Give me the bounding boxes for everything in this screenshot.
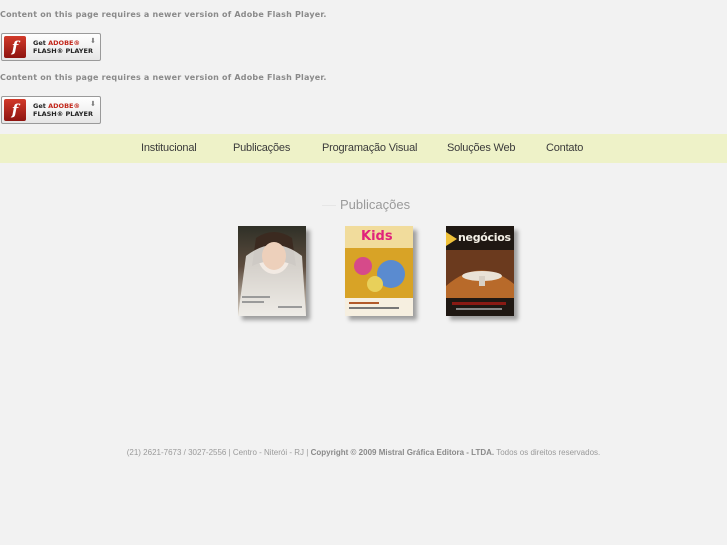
nav-item-institucional[interactable]: Institucional xyxy=(141,142,197,154)
title-divider xyxy=(322,205,336,206)
publication-cover-negocios[interactable]: negócios xyxy=(446,226,514,316)
get-flash-player-button[interactable]: f Get ADOBE® FLASH® PLAYER ⬇ xyxy=(1,96,101,124)
flash-badge-get: Get xyxy=(33,102,46,110)
footer-rights: Todos os direitos reservados. xyxy=(496,448,601,457)
nav-item-publicacoes[interactable]: Publicações xyxy=(233,142,290,154)
nav-item-solucoes-web[interactable]: Soluções Web xyxy=(447,142,516,154)
footer-phones: (21) 2621-7673 / 3027-2556 xyxy=(126,448,227,457)
publication-cover-kids[interactable]: Kids xyxy=(345,226,413,316)
kids-cover-title: Kids xyxy=(361,229,393,244)
flash-badge-adobe: ADOBE® xyxy=(48,102,80,110)
negocios-cover-title: negócios xyxy=(458,231,511,244)
flash-badge-adobe: ADOBE® xyxy=(48,39,80,47)
bride-cover-art xyxy=(238,226,306,316)
nav-item-programacao-visual[interactable]: Programação Visual xyxy=(322,142,417,154)
flash-badge-player: FLASH® PLAYER xyxy=(33,110,93,118)
flash-logo-icon: f xyxy=(4,36,26,58)
flash-required-message: Content on this page requires a newer ve… xyxy=(0,73,327,82)
get-flash-player-button[interactable]: f Get ADOBE® FLASH® PLAYER ⬇ xyxy=(1,33,101,61)
flash-badge-text: Get ADOBE® FLASH® PLAYER xyxy=(33,39,93,55)
download-arrow-icon: ⬇ xyxy=(90,37,96,45)
footer-copyright: Copyright © 2009 Mistral Gráfica Editora… xyxy=(310,448,495,457)
flash-required-message: Content on this page requires a newer ve… xyxy=(0,10,327,19)
publication-cover-bride[interactable] xyxy=(238,226,306,316)
footer: (21) 2621-7673 / 3027-2556 | Centro - Ni… xyxy=(126,448,601,457)
section-title: Publicações xyxy=(340,197,411,212)
flash-badge-player: FLASH® PLAYER xyxy=(33,47,93,55)
flash-badge-get: Get xyxy=(33,39,46,47)
nav-item-contato[interactable]: Contato xyxy=(546,142,583,154)
flash-logo-icon: f xyxy=(4,99,26,121)
download-arrow-icon: ⬇ xyxy=(90,100,96,108)
flash-badge-text: Get ADOBE® FLASH® PLAYER xyxy=(33,102,93,118)
main-nav: Institucional Publicações Programação Vi… xyxy=(0,134,727,163)
footer-location: Centro - Niterói - RJ xyxy=(232,448,305,457)
